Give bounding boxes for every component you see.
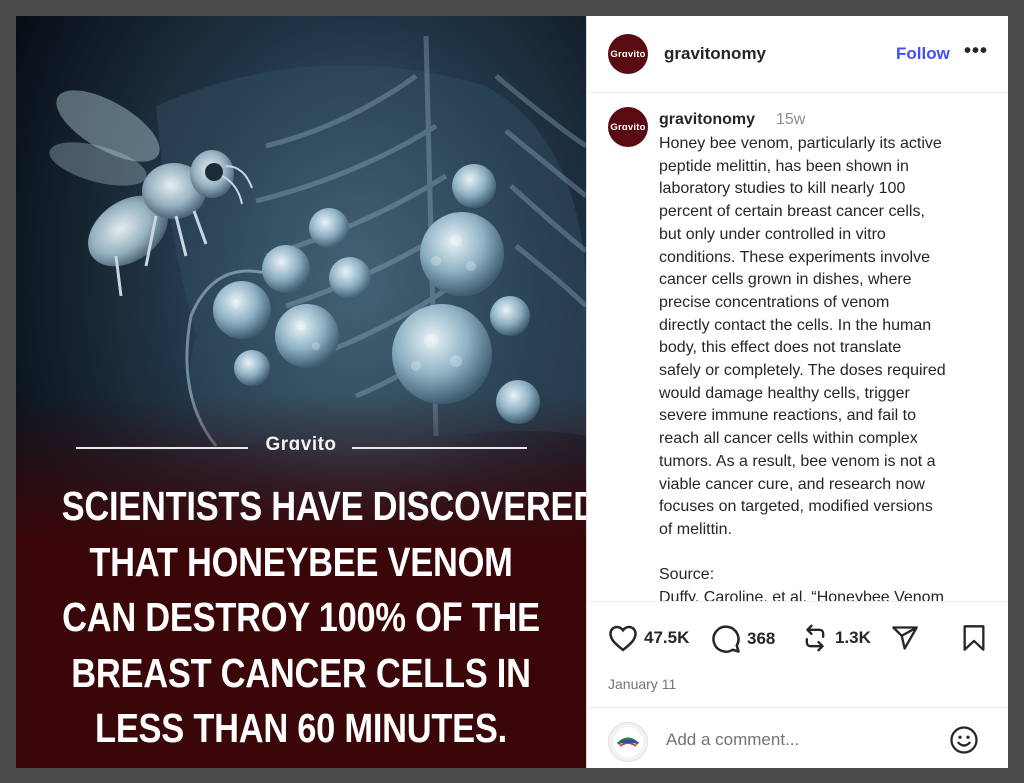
comment-count: 368: [747, 629, 776, 648]
save-button[interactable]: [961, 624, 987, 652]
post-date[interactable]: January 11: [608, 676, 676, 692]
caption-text: Honey bee venom, particularly its active…: [659, 135, 946, 601]
post-image[interactable]: Grɑvito SCIENTISTS HAVE DISCOVERED THAT …: [16, 16, 586, 768]
emoji-button[interactable]: [949, 725, 979, 760]
repost-button[interactable]: 1.3K: [801, 624, 871, 652]
paper-plane-icon: [892, 626, 918, 650]
more-options-icon[interactable]: •••: [964, 40, 988, 63]
author-avatar-text: Grɑvito: [610, 48, 646, 60]
brand-watermark: Grɑvito: [265, 434, 337, 455]
post-sidebar: Grɑvito gravitonomy Follow ••• Grɑvito g…: [586, 16, 1008, 768]
caption-avatar[interactable]: Grɑvito: [608, 107, 648, 147]
current-user-avatar[interactable]: [608, 722, 648, 762]
comment-bar: [587, 707, 1008, 768]
headline-line: BREAST CANCER CELLS IN: [71, 649, 531, 696]
repost-count: 1.3K: [835, 628, 871, 647]
headline-line: THAT HONEYBEE VENOM: [89, 538, 513, 585]
bookmark-icon: [963, 625, 985, 651]
follow-button[interactable]: Follow: [896, 44, 950, 64]
headline-line: CAN DESTROY 100% OF THE: [62, 594, 540, 640]
like-count: 47.5K: [644, 628, 690, 647]
headline: SCIENTISTS HAVE DISCOVERED THAT HONEYBEE…: [61, 479, 586, 757]
comment-button[interactable]: 368: [711, 624, 775, 654]
user-logo-icon: [613, 727, 643, 757]
like-button[interactable]: 47.5K: [608, 624, 689, 652]
speech-bubble-icon: [712, 625, 740, 653]
comment-input[interactable]: [664, 726, 938, 754]
post-modal: Grɑvito SCIENTISTS HAVE DISCOVERED THAT …: [16, 16, 1008, 768]
post-header: Grɑvito gravitonomy Follow •••: [587, 16, 1008, 93]
action-bar: 47.5K 368 1.3K January 11: [587, 601, 1008, 708]
author-username[interactable]: gravitonomy: [664, 44, 766, 64]
caption-username[interactable]: gravitonomy: [659, 111, 755, 129]
repost-icon: [805, 624, 825, 652]
headline-line: SCIENTISTS HAVE DISCOVERED: [61, 483, 586, 529]
caption-timestamp[interactable]: 15w: [776, 111, 805, 129]
headline-line: LESS THAN 60 MINUTES.: [95, 705, 507, 751]
caption-avatar-text: Grɑvito: [610, 121, 646, 133]
smiley-icon: [950, 726, 978, 754]
heart-icon: [609, 625, 637, 652]
divider-left: [76, 447, 248, 449]
caption-area[interactable]: Grɑvito gravitonomy 15w Honey bee venom,…: [587, 93, 1008, 601]
author-avatar[interactable]: Grɑvito: [608, 34, 648, 74]
divider-right: [352, 447, 527, 449]
share-button[interactable]: [891, 624, 919, 652]
